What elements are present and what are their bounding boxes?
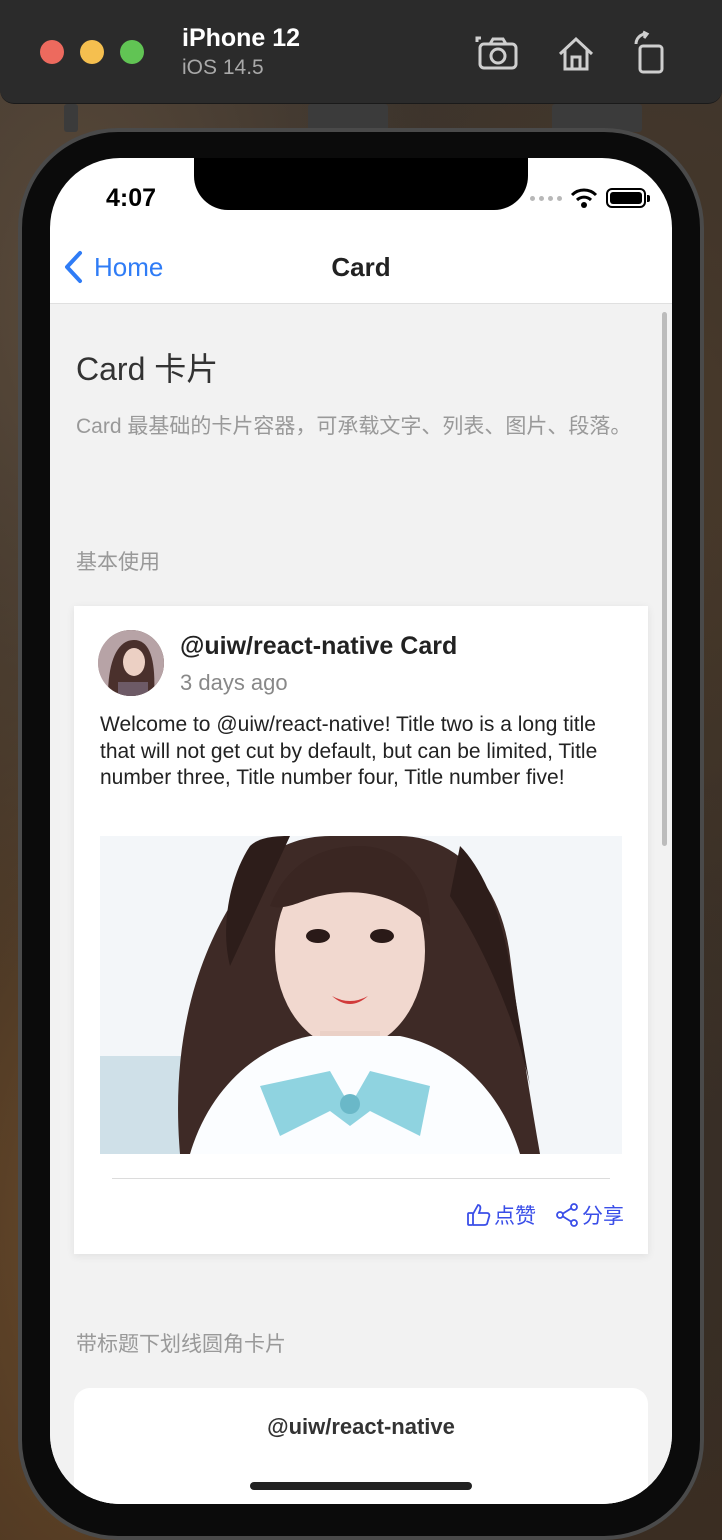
notch: [194, 158, 528, 210]
card-image: [100, 836, 622, 1154]
section-label-rounded: 带标题下划线圆角卡片: [76, 1333, 286, 1356]
nav-title: Card: [331, 252, 391, 282]
card-author-name: @uiw/react-native Card: [180, 632, 458, 660]
thumbs-up-icon: [467, 1204, 491, 1226]
close-window-button[interactable]: [40, 40, 64, 64]
zoom-window-button[interactable]: [120, 40, 144, 64]
card-body-text: Welcome to @uiw/react-native! Title two …: [100, 713, 598, 789]
status-time: 4:07: [106, 184, 157, 212]
scrollbar[interactable]: [662, 312, 667, 846]
battery-icon: [606, 188, 650, 208]
phone-screen: 4:07 Home Card Card 卡片 Card 最基础的卡片容器，可承载…: [50, 158, 672, 1504]
simulator-title-bar: iPhone 12 iOS 14.5: [0, 0, 722, 104]
avatar: [98, 630, 164, 696]
rounded-card-title: @uiw/react-native: [267, 1414, 455, 1439]
minimize-window-button[interactable]: [80, 40, 104, 64]
share-button-label: 分享: [582, 1205, 624, 1228]
basic-card: @uiw/react-native Card 3 days ago Welcom…: [74, 606, 648, 1254]
card-divider: [112, 1178, 610, 1179]
share-button[interactable]: 分享: [554, 1200, 624, 1230]
share-icon: [556, 1203, 578, 1227]
phone-mute-switch: [64, 104, 78, 132]
card-actions: 点赞 分享: [466, 1200, 624, 1230]
scroll-content[interactable]: Card 卡片 Card 最基础的卡片容器，可承载文字、列表、图片、段落。 基本…: [50, 304, 672, 1504]
status-indicators: [530, 186, 650, 210]
page-title: Card 卡片: [76, 351, 219, 387]
screenshot-icon[interactable]: [474, 30, 522, 78]
home-indicator[interactable]: [250, 1482, 472, 1490]
navigation-bar: Home Card: [50, 232, 672, 304]
signal-dots-icon: [530, 195, 562, 201]
simulator-os-version: iOS 14.5: [182, 56, 264, 79]
simulator-device-name: iPhone 12: [182, 24, 301, 52]
wifi-icon: [570, 188, 598, 208]
like-button[interactable]: 点赞: [466, 1200, 536, 1230]
home-icon[interactable]: [552, 30, 600, 78]
section-label-basic: 基本使用: [76, 551, 160, 574]
page-description: Card 最基础的卡片容器，可承载文字、列表、图片、段落。: [76, 415, 632, 438]
rotate-icon[interactable]: [626, 30, 674, 78]
card-timestamp: 3 days ago: [180, 670, 288, 695]
like-button-label: 点赞: [494, 1205, 536, 1228]
